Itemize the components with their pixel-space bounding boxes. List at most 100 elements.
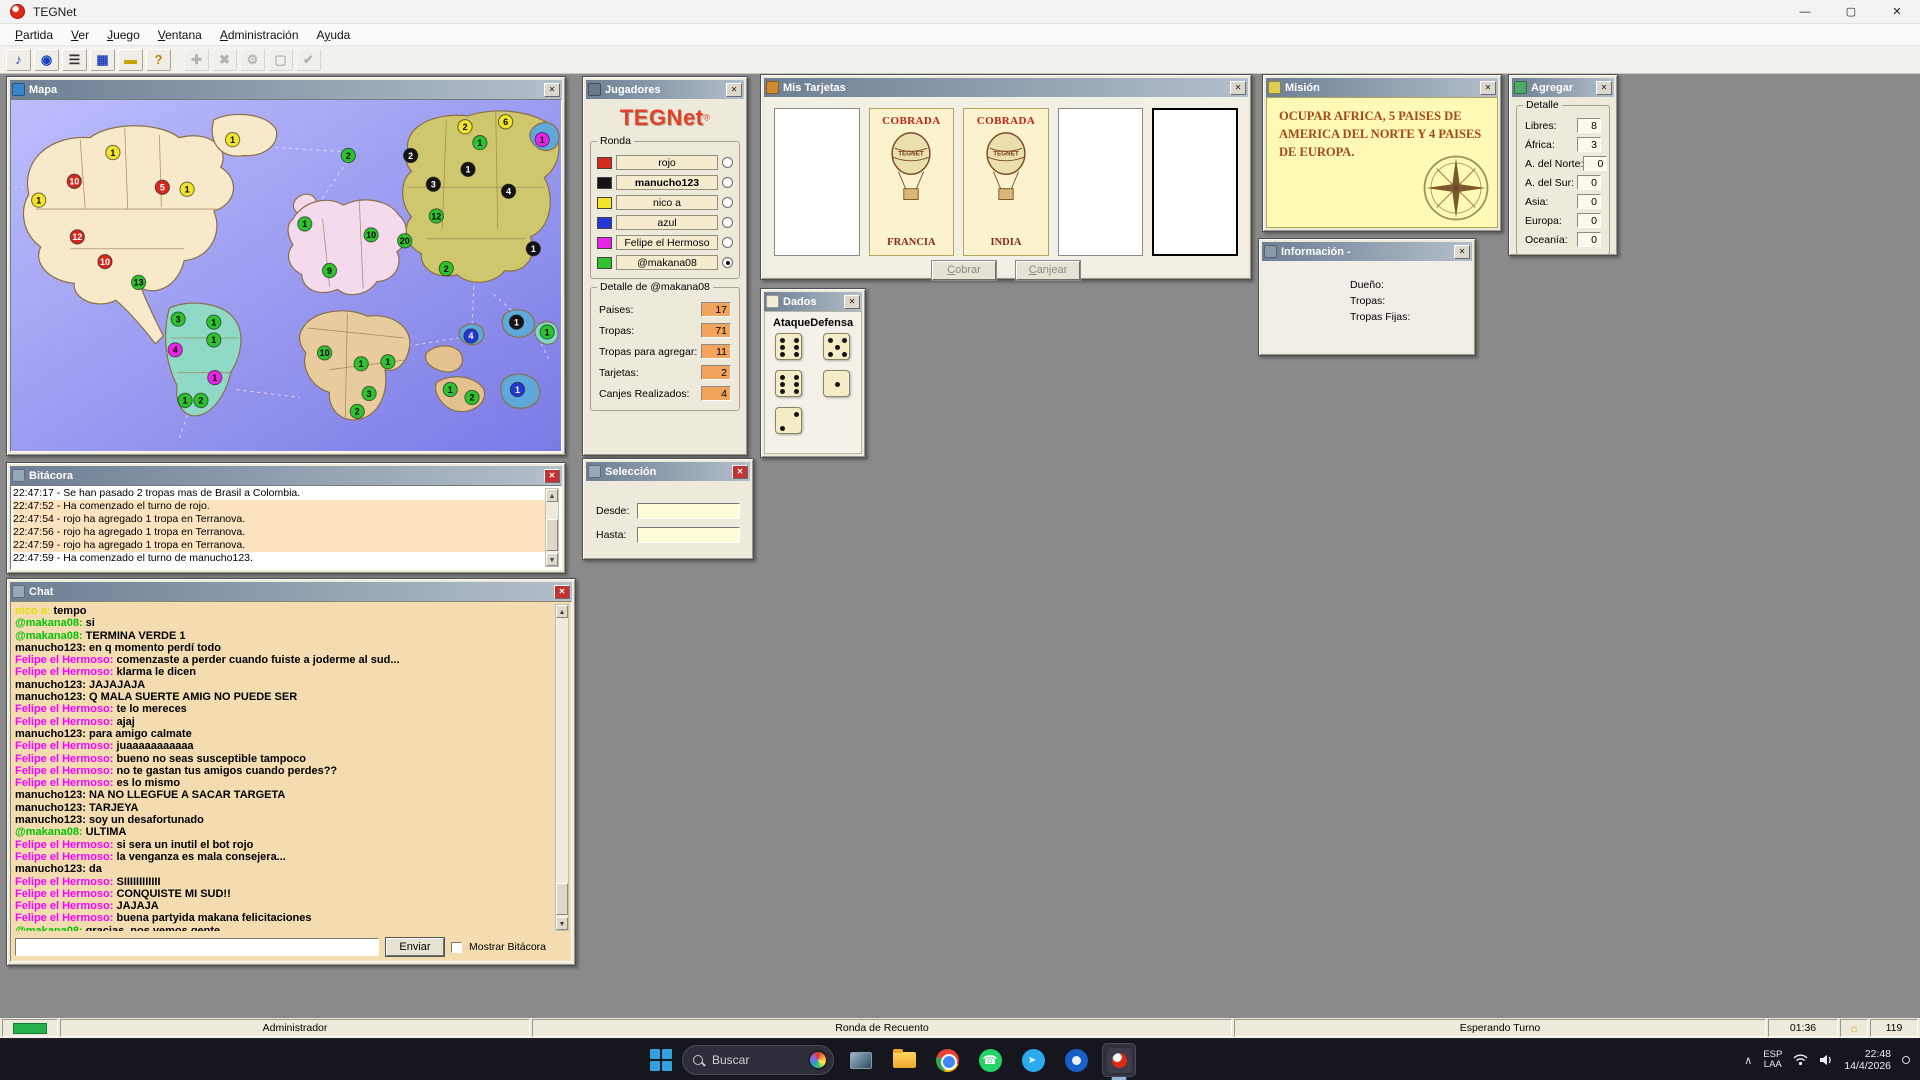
card-slot-4[interactable] [1058, 108, 1144, 256]
map-canvas[interactable]: 1101511210131222613141212201091111314111… [10, 99, 562, 452]
army-marker[interactable]: 3 [362, 386, 376, 400]
army-marker[interactable]: 1 [510, 382, 524, 396]
army-marker[interactable]: 12 [70, 230, 84, 244]
army-marker[interactable]: 6 [498, 115, 512, 129]
army-marker[interactable]: 1 [526, 242, 540, 256]
army-marker[interactable]: 9 [322, 263, 336, 277]
scroll-track[interactable] [556, 618, 568, 917]
cards-window-titlebar[interactable]: Mis Tarjetas ✕ [764, 78, 1248, 97]
army-marker[interactable]: 20 [398, 234, 412, 248]
close-button[interactable]: ✕ [1874, 0, 1920, 23]
army-marker[interactable]: 1 [207, 315, 221, 329]
show-log-checkbox[interactable] [451, 942, 462, 953]
language-indicator[interactable]: ESP LAA [1763, 1050, 1782, 1071]
dice-window-titlebar[interactable]: Dados ✕ [764, 292, 862, 311]
army-marker[interactable]: 4 [464, 329, 478, 343]
army-marker[interactable]: 2 [404, 148, 418, 162]
world-map-toolbar-button[interactable]: ◉ [34, 49, 59, 71]
players-window-close-button[interactable]: ✕ [726, 83, 742, 97]
player-name[interactable]: @makana08 [616, 255, 718, 270]
player-select-radio[interactable] [722, 177, 733, 188]
army-marker[interactable]: 12 [429, 209, 443, 223]
player-name[interactable]: Felipe el Hermoso [616, 235, 718, 250]
army-marker[interactable]: 4 [168, 343, 182, 357]
log-window-titlebar[interactable]: Bitácora ✕ [10, 466, 562, 485]
player-name[interactable]: rojo [616, 155, 718, 170]
cards-window-close-button[interactable]: ✕ [1230, 81, 1246, 95]
desktop-taskbar-icon[interactable] [844, 1043, 878, 1077]
army-marker[interactable]: 1 [207, 333, 221, 347]
player-select-radio[interactable] [722, 257, 733, 268]
file-explorer-taskbar-icon[interactable] [887, 1043, 921, 1077]
player-name[interactable]: manucho123 [616, 175, 718, 190]
army-marker[interactable]: 5 [155, 180, 169, 194]
card-slot-5[interactable] [1152, 108, 1238, 256]
world-map[interactable]: 1101511210131222613141212201091111314111… [11, 100, 561, 451]
army-marker[interactable]: 1 [509, 315, 523, 329]
army-marker[interactable]: 1 [178, 393, 192, 407]
army-marker[interactable]: 10 [317, 346, 331, 360]
army-marker[interactable]: 1 [473, 135, 487, 149]
army-marker[interactable]: 2 [465, 390, 479, 404]
card-slot-3[interactable]: COBRADATEGNETINDIA [963, 108, 1049, 256]
players-list-toolbar-button[interactable]: ☰ [62, 49, 87, 71]
mission-toolbar-button[interactable]: ? [146, 49, 171, 71]
map-window-titlebar[interactable]: Mapa ✕ [10, 80, 562, 99]
start-button[interactable] [650, 1049, 672, 1071]
army-marker[interactable]: 2 [194, 393, 208, 407]
player-select-radio[interactable] [722, 197, 733, 208]
minimize-button[interactable]: — [1782, 0, 1828, 23]
menu-ver[interactable]: Ver [62, 26, 98, 44]
scroll-thumb[interactable] [556, 883, 568, 915]
tegnet-taskbar-icon[interactable] [1102, 1043, 1136, 1077]
menu-partida[interactable]: Partida [6, 26, 62, 44]
wifi-icon[interactable] [1793, 1054, 1808, 1066]
scroll-down-arrow[interactable]: ▼ [556, 917, 568, 930]
volume-icon[interactable] [1819, 1054, 1833, 1066]
cobrar-button[interactable]: Cobrar [932, 261, 996, 280]
add-window-close-button[interactable]: ✕ [1596, 81, 1612, 95]
add-window-titlebar[interactable]: Agregar ✕ [1512, 78, 1614, 97]
scroll-track[interactable] [546, 502, 558, 553]
player-select-radio[interactable] [722, 217, 733, 228]
army-marker[interactable]: 1 [443, 382, 457, 396]
mission-window-titlebar[interactable]: Misión ✕ [1266, 78, 1498, 97]
scroll-down-arrow[interactable]: ▼ [546, 553, 558, 566]
media-taskbar-icon[interactable] [1059, 1043, 1093, 1077]
army-marker[interactable]: 1 [540, 325, 554, 339]
army-marker[interactable]: 1 [298, 217, 312, 231]
search-box[interactable]: Buscar [682, 1045, 834, 1075]
canjear-button[interactable]: Canjear [1016, 261, 1080, 280]
army-marker[interactable]: 2 [458, 120, 472, 134]
players-window-titlebar[interactable]: Jugadores ✕ [586, 80, 744, 99]
army-marker[interactable]: 1 [32, 193, 46, 207]
army-marker[interactable]: 2 [350, 404, 364, 418]
army-marker[interactable]: 10 [364, 228, 378, 242]
army-marker[interactable]: 3 [426, 177, 440, 191]
army-marker[interactable]: 1 [225, 133, 239, 147]
selection-window-close-button[interactable]: ✕ [732, 465, 748, 479]
whatsapp-taskbar-icon[interactable]: ☎ [973, 1043, 1007, 1077]
cards-toolbar-button[interactable]: ▬ [118, 49, 143, 71]
army-marker[interactable]: 1 [180, 182, 194, 196]
menu-juego[interactable]: Juego [98, 26, 149, 44]
card-slot-2[interactable]: COBRADATEGNETFRANCIA [869, 108, 955, 256]
army-marker[interactable]: 10 [98, 254, 112, 268]
chat-scrollbar[interactable]: ▲ ▼ [555, 604, 569, 931]
dice-window-close-button[interactable]: ✕ [844, 295, 860, 309]
telegram-taskbar-icon[interactable]: ➤ [1016, 1043, 1050, 1077]
notification-icon[interactable] [1902, 1056, 1910, 1064]
army-marker[interactable]: 1 [354, 357, 368, 371]
menu-ventana[interactable]: Ventana [149, 26, 211, 44]
tray-chevron-icon[interactable]: ∧ [1744, 1054, 1752, 1067]
chat-window-titlebar[interactable]: Chat ✕ [10, 582, 572, 601]
scroll-up-arrow[interactable]: ▲ [546, 489, 558, 502]
scroll-up-arrow[interactable]: ▲ [556, 605, 568, 618]
army-marker[interactable]: 1 [535, 133, 549, 147]
chat-input[interactable] [15, 938, 379, 956]
army-marker[interactable]: 4 [501, 184, 515, 198]
chat-window-close-button[interactable]: ✕ [554, 585, 570, 599]
info-window-close-button[interactable]: ✕ [1454, 245, 1470, 259]
selection-window-titlebar[interactable]: Selección ✕ [586, 462, 750, 481]
save-game-toolbar-button[interactable]: ▦ [90, 49, 115, 71]
